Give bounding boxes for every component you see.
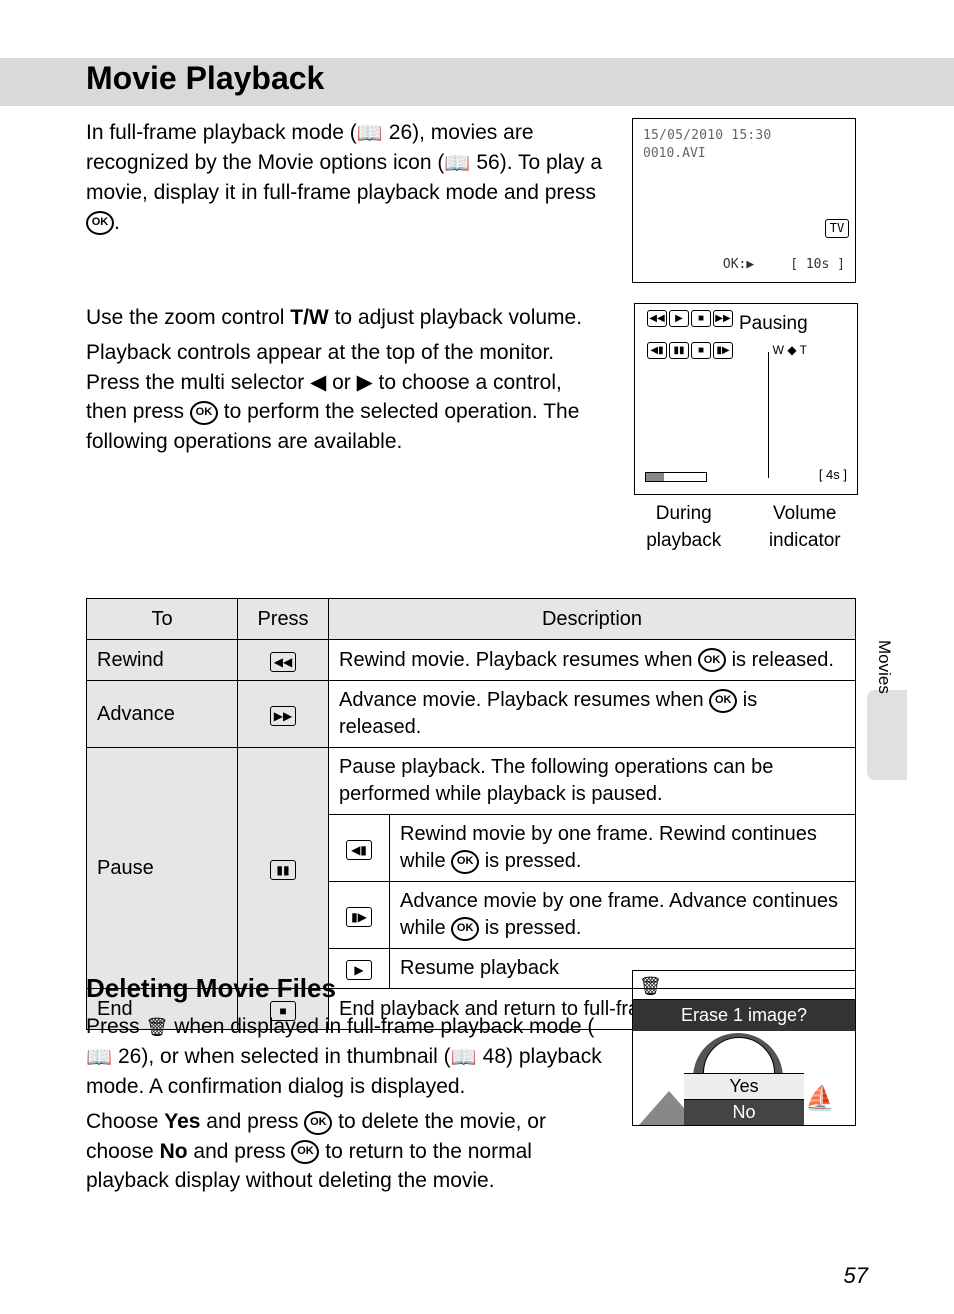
pause-icon: ▮▮: [669, 342, 689, 359]
book-icon: 📖: [86, 1043, 112, 1072]
pausing-label: Pausing: [739, 311, 808, 338]
side-tab-block: [867, 690, 907, 780]
row-label-rewind: Rewind: [87, 640, 238, 681]
ok-icon: OK: [698, 648, 726, 672]
pause-icon: ▮▮: [270, 860, 296, 880]
page-number: 57: [844, 1261, 868, 1292]
playback-screen-illustration: 15/05/2010 15:30 0010.AVI TV OK:▶ [ 10s …: [632, 118, 856, 283]
ok-play-label: OK:▶: [723, 256, 754, 274]
erase-option-yes: Yes: [684, 1073, 804, 1099]
text: 26), or when selected in thumbnail (: [112, 1045, 451, 1068]
controls-screen-illustration: ◀◀ ▶ ■ ▶▶ Pausing ◀▮ ▮▮ ■ ▮▶ W ◆ T: [634, 303, 858, 495]
text: is released.: [726, 649, 834, 671]
time-label: [ 4s ]: [819, 466, 847, 484]
text: and press: [200, 1110, 304, 1133]
advance-icon: ▶▶: [713, 310, 733, 327]
col-press: Press: [238, 599, 329, 640]
table-row: Advance ▶▶ Advance movie. Playback resum…: [87, 681, 856, 748]
tw-label: T/W: [290, 306, 328, 329]
row-label-advance: Advance: [87, 681, 238, 748]
screen-filename: 0010.AVI: [643, 145, 706, 163]
text: and press: [188, 1140, 292, 1163]
tv-icon: TV: [825, 219, 849, 238]
text: Press: [86, 1015, 146, 1038]
text: when displayed in full-frame playback mo…: [168, 1015, 594, 1038]
text: .: [114, 211, 120, 234]
deleting-p2: Choose Yes and press OK to delete the mo…: [86, 1107, 604, 1195]
frame-advance-icon: ▮▶: [346, 907, 372, 927]
ok-icon: OK: [451, 917, 479, 941]
book-icon: 📖: [357, 119, 383, 148]
side-tab-label: Movies: [872, 640, 896, 694]
ok-icon: OK: [291, 1140, 319, 1164]
rewind-icon: ◀◀: [647, 310, 667, 327]
advance-icon: ▶▶: [270, 706, 296, 726]
text: is pressed.: [479, 850, 581, 872]
page-title: Movie Playback: [86, 56, 324, 101]
col-to: To: [87, 599, 238, 640]
intro-paragraph: In full-frame playback mode (📖 26), movi…: [86, 118, 604, 237]
no-bold: No: [160, 1140, 188, 1163]
text: Use the zoom control: [86, 306, 290, 329]
text: is pressed.: [479, 917, 581, 939]
screen-timestamp: 15/05/2010 15:30: [643, 127, 771, 145]
pause-desc: Pause playback. The following operations…: [329, 748, 856, 815]
ok-icon: OK: [451, 850, 479, 874]
erase-option-no: No: [684, 1099, 804, 1125]
ok-icon: OK: [190, 401, 218, 425]
text: Advance movie. Playback resumes when: [339, 689, 709, 711]
erase-title: Erase 1 image?: [633, 1000, 855, 1031]
wt-label: W ◆ T: [773, 342, 807, 359]
erase-dialog-illustration: 🗑 Erase 1 image? ⛵ Yes No: [632, 970, 856, 1126]
text: Rewind movie. Playback resumes when: [339, 649, 698, 671]
ok-icon: OK: [304, 1111, 332, 1135]
caption-volume-indicator: Volume indicator: [753, 501, 856, 554]
trash-icon: 🗑: [146, 1015, 169, 1040]
rewind-icon: ◀◀: [270, 652, 296, 672]
stop-icon: ■: [691, 310, 711, 327]
ok-icon: OK: [709, 689, 737, 713]
stop-icon: ■: [691, 342, 711, 359]
table-row: Pause ▮▮ Pause playback. The following o…: [87, 748, 856, 815]
ok-icon: OK: [86, 211, 114, 235]
volume-indicator-line: [768, 352, 769, 478]
trash-icon: 🗑: [639, 974, 662, 999]
text: In full-frame playback mode (: [86, 121, 357, 144]
deleting-p1: Press 🗑 when displayed in full-frame pla…: [86, 1012, 604, 1101]
frame-rewind-icon: ◀▮: [346, 840, 372, 860]
play-icon: ▶: [669, 310, 689, 327]
book-icon: 📖: [451, 1043, 477, 1072]
text: Choose: [86, 1110, 164, 1133]
deleting-heading: Deleting Movie Files: [86, 970, 604, 1006]
duration-label: [ 10s ]: [790, 256, 845, 274]
table-row: Rewind ◀◀ Rewind movie. Playback resumes…: [87, 640, 856, 681]
book-icon: 📖: [444, 149, 470, 178]
yes-bold: Yes: [164, 1110, 200, 1133]
frame-advance-icon: ▮▶: [713, 342, 733, 359]
row-label-pause: Pause: [87, 748, 238, 989]
caption-during-playback: During playback: [634, 501, 733, 554]
boat-icon: ⛵: [805, 1082, 835, 1116]
col-description: Description: [329, 599, 856, 640]
zoom-paragraph: Use the zoom control T/W to adjust playb…: [86, 303, 606, 456]
progress-bar: [645, 472, 707, 482]
operations-table: To Press Description Rewind ◀◀ Rewind mo…: [86, 598, 856, 1030]
text: to adjust playback volume.: [329, 306, 582, 329]
frame-rewind-icon: ◀▮: [647, 342, 667, 359]
